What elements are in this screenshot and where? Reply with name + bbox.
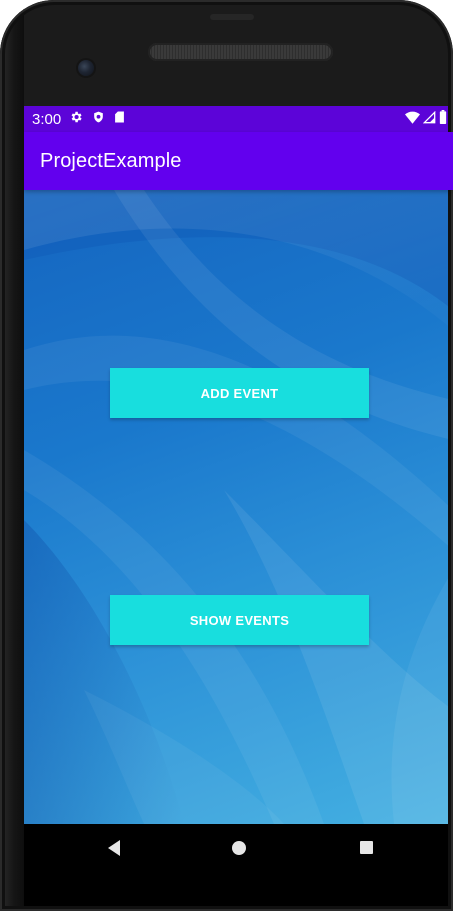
status-bar: 3:00 xyxy=(24,106,453,132)
recents-icon xyxy=(359,840,374,860)
recents-button[interactable] xyxy=(336,824,396,876)
front-camera xyxy=(78,60,94,76)
phone-edge xyxy=(0,0,24,911)
status-time: 3:00 xyxy=(32,110,62,128)
shield-icon xyxy=(92,110,105,128)
top-sensor xyxy=(210,14,254,20)
battery-icon xyxy=(439,110,447,128)
status-right-icons xyxy=(405,110,447,128)
show-events-button[interactable]: SHOW EVENTS xyxy=(110,595,369,645)
status-left-icons xyxy=(69,110,125,128)
sd-card-icon xyxy=(114,110,125,128)
wallpaper-waves xyxy=(24,190,453,824)
app-title: ProjectExample xyxy=(40,149,182,172)
earpiece-speaker xyxy=(148,43,333,61)
app-bar: ProjectExample xyxy=(24,132,453,190)
phone-frame: 3:00 ProjectExample ADD EVENT SHOW EVENT… xyxy=(0,0,453,911)
wallpaper-background xyxy=(24,190,453,824)
signal-icon xyxy=(422,110,436,128)
gear-icon xyxy=(69,110,83,128)
device-screenshot: 3:00 ProjectExample ADD EVENT SHOW EVENT… xyxy=(0,0,453,911)
wifi-icon xyxy=(405,111,420,128)
home-button[interactable] xyxy=(209,824,269,876)
add-event-button[interactable]: ADD EVENT xyxy=(110,368,369,418)
back-button[interactable] xyxy=(84,824,144,876)
device-screen: 3:00 ProjectExample ADD EVENT SHOW EVENT… xyxy=(24,106,453,824)
back-icon xyxy=(106,839,122,862)
home-icon xyxy=(231,840,247,861)
navigation-bar xyxy=(24,824,453,911)
